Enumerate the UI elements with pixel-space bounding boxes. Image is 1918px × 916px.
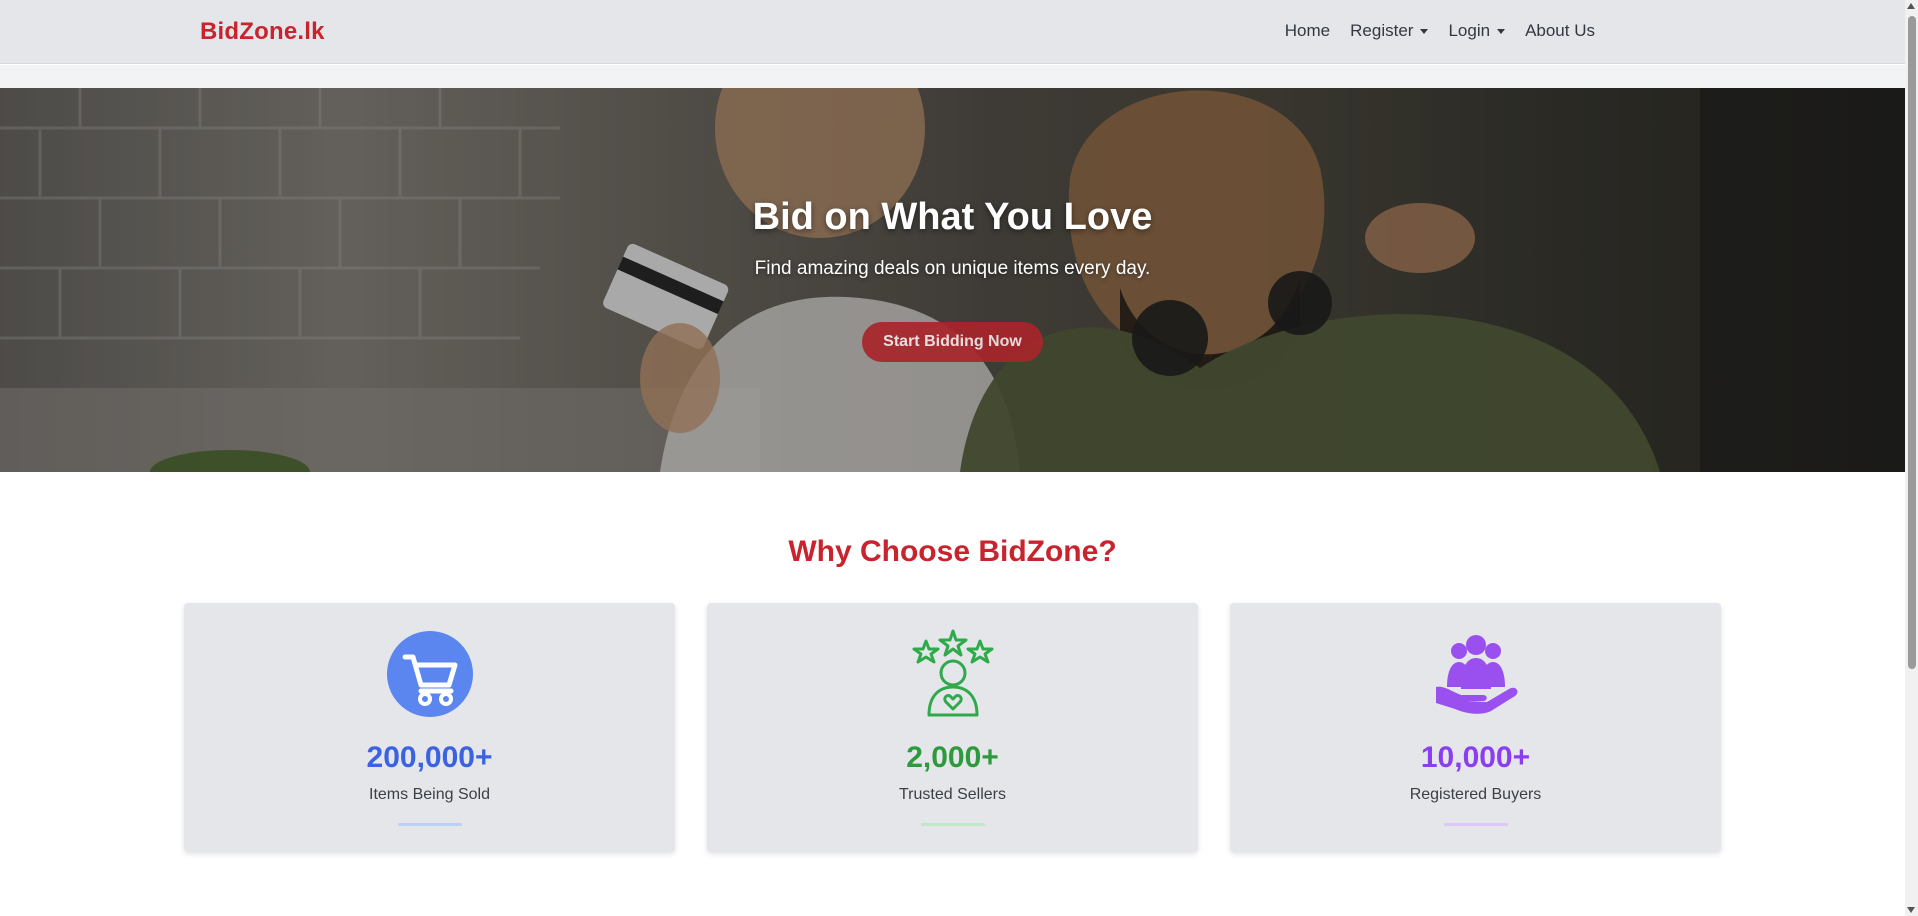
section-title: Why Choose BidZone? <box>788 535 1117 568</box>
stat-value: 2,000+ <box>906 741 999 774</box>
scroll-down-arrow-icon[interactable] <box>1907 907 1915 913</box>
nav-about[interactable]: About Us <box>1515 21 1605 41</box>
feature-card-sellers: 2,000+ Trusted Sellers <box>707 603 1198 852</box>
hero-subtitle: Find amazing deals on unique items every… <box>754 258 1151 279</box>
community-hand-icon <box>1435 635 1517 714</box>
stat-value: 10,000+ <box>1420 741 1531 774</box>
nav-home[interactable]: Home <box>1275 21 1340 41</box>
caret-down-icon <box>1420 28 1429 34</box>
nav-spacer <box>0 65 1905 88</box>
nav-register-dropdown[interactable]: Register <box>1340 21 1438 41</box>
stat-label: Registered Buyers <box>1409 786 1542 803</box>
nav-links: Home Register Login About Us <box>1275 21 1605 41</box>
hero-banner: Bid on What You Love Find amazing deals … <box>0 88 1905 472</box>
stat-label: Trusted Sellers <box>899 786 1006 803</box>
accent-line <box>397 823 462 826</box>
start-bidding-button[interactable]: Start Bidding Now <box>862 322 1043 362</box>
caret-down-icon <box>1497 28 1506 34</box>
scroll-thumb[interactable] <box>1908 16 1916 669</box>
nav-login-dropdown[interactable]: Login <box>1438 21 1515 41</box>
nav-register-label: Register <box>1350 21 1414 40</box>
brand-logo[interactable]: BidZone.lk <box>200 18 325 46</box>
nav-about-label: About Us <box>1525 21 1595 40</box>
accent-line <box>1443 823 1508 826</box>
hero-overlay <box>0 88 1905 472</box>
star-rated-seller-icon <box>912 629 993 717</box>
nav-login-label: Login <box>1448 21 1491 40</box>
stat-value: 200,000+ <box>366 741 493 774</box>
feature-card-items: 200,000+ Items Being Sold <box>184 603 675 852</box>
hero-title: Bid on What You Love <box>752 196 1153 238</box>
navbar: BidZone.lk Home Register Login About Us <box>0 0 1905 64</box>
scroll-up-arrow-icon[interactable] <box>1907 3 1915 9</box>
accent-line <box>920 823 985 826</box>
page-scrollbar[interactable] <box>1905 0 1918 916</box>
stat-label: Items Being Sold <box>369 786 490 803</box>
feature-card-buyers: 10,000+ Registered Buyers <box>1230 603 1721 852</box>
shopping-cart-icon <box>386 631 473 717</box>
nav-home-label: Home <box>1284 21 1331 40</box>
